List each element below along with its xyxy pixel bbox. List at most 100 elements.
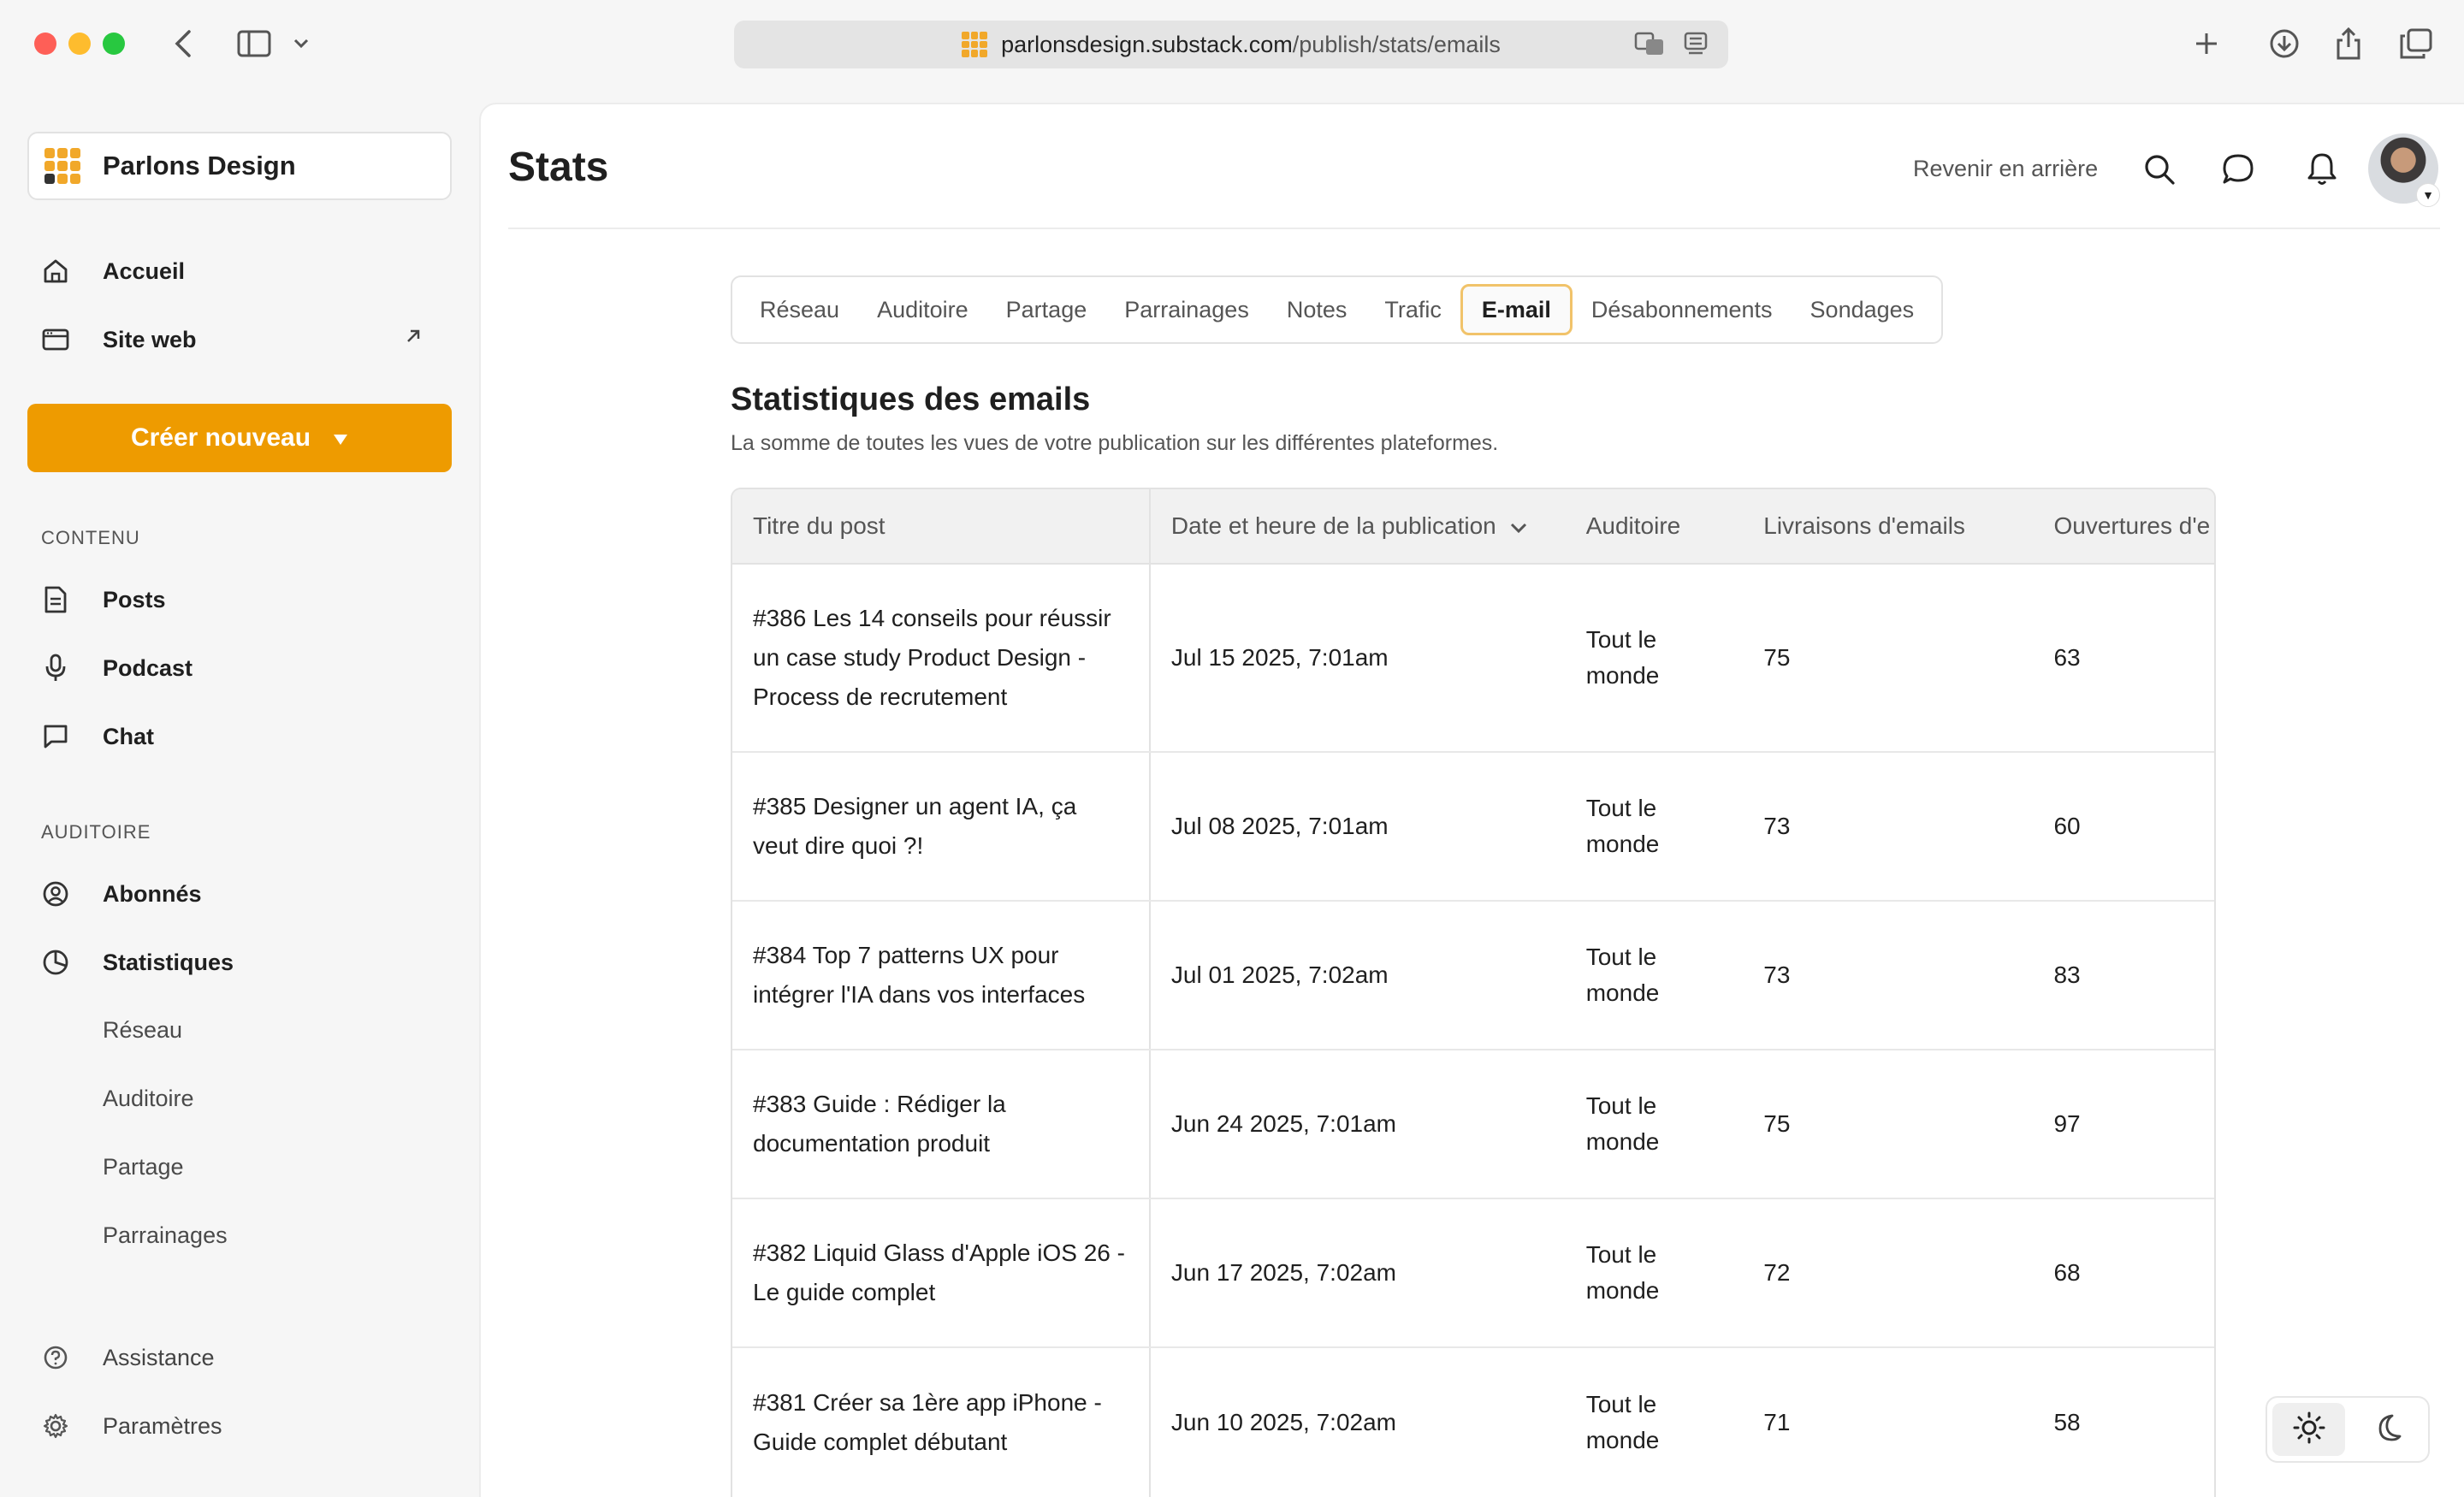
deliveries-cell: 72 [1763,1259,1791,1286]
audience-line: Tout le [1585,1241,1657,1268]
url-path: /publish/stats/emails [1292,31,1501,57]
tab-notes[interactable]: Notes [1268,284,1366,335]
address-bar[interactable]: parlonsdesign.substack.com/publish/stats… [734,21,1728,68]
tab-polls[interactable]: Sondages [1792,284,1934,335]
back-arrow-icon[interactable] [168,22,198,65]
tab-sharing[interactable]: Partage [987,284,1106,335]
translate-icon[interactable] [1634,31,1665,62]
post-title-cell[interactable]: #386 Les 14 conseils pour réussir un case… [732,565,1151,751]
column-header-audience[interactable]: Auditoire [1566,489,1744,563]
caret-down-icon[interactable]: ▼ [2416,183,2440,207]
sidebar-item-statistics[interactable]: Statistiques [41,941,234,984]
search-icon[interactable] [2139,149,2180,190]
table-row[interactable]: #386 Les 14 conseils pour réussir un case… [732,565,2214,753]
tab-audience[interactable]: Auditoire [858,284,987,335]
sidebar-item-website[interactable]: Site web [41,318,197,361]
sidebar-item-label: Paramètres [103,1412,222,1439]
tab-unsubscribes[interactable]: Désabonnements [1573,284,1792,335]
share-icon[interactable] [2334,22,2363,65]
sidebar-item-podcast[interactable]: Podcast [41,647,192,689]
sidebar-subitem-referrals[interactable]: Parrainages [103,1218,228,1252]
url-domain: parlonsdesign.substack.com [1001,31,1293,57]
sidebar-subitem-network[interactable]: Réseau [103,1013,182,1047]
close-window-button[interactable] [34,33,56,55]
chevron-down-icon[interactable] [289,22,313,65]
light-mode-button[interactable] [2272,1403,2345,1456]
column-header-email-opens[interactable]: Ouvertures d'e [2033,489,2214,563]
new-tab-icon[interactable] [2192,22,2221,65]
sidebar-toggle-icon[interactable] [234,22,274,65]
chevron-down-icon [1510,512,1527,540]
table-row[interactable]: #385 Designer un agent IA, ça veut dire q… [732,753,2214,902]
sidebar-item-help[interactable]: Assistance [41,1336,215,1379]
publication-logo-icon [44,148,80,184]
reader-icon[interactable] [1684,31,1708,62]
post-title-cell[interactable]: #385 Designer un agent IA, ça veut dire q… [732,753,1151,900]
deliveries-cell: 71 [1763,1409,1791,1435]
sidebar-item-subscribers[interactable]: Abonnés [41,873,202,915]
table-row[interactable]: #382 Liquid Glass d'Apple iOS 26 - Le gui… [732,1199,2214,1348]
table-row[interactable]: #381 Créer sa 1ère app iPhone - Guide com… [732,1348,2214,1497]
post-title-line: Le guide complet [753,1279,936,1305]
audience-line: monde [1585,1427,1660,1453]
opens-cell: 68 [2053,1259,2081,1286]
post-title-cell[interactable]: #382 Liquid Glass d'Apple iOS 26 - Le gui… [732,1199,1151,1346]
tab-network[interactable]: Réseau [741,284,858,335]
pie-chart-icon [41,948,70,977]
column-header-post-title[interactable]: Titre du post [732,489,1151,563]
dark-mode-button[interactable] [2350,1403,2423,1456]
audience-line: monde [1585,979,1660,1006]
publish-date-cell: Jul 01 2025, 7:02am [1170,962,1389,988]
opens-cell: 58 [2053,1409,2081,1435]
post-title-cell[interactable]: #381 Créer sa 1ère app iPhone - Guide com… [732,1348,1151,1497]
post-title-cell[interactable]: #383 Guide : Rédiger la documentation pro… [732,1050,1151,1198]
audience-line: monde [1585,662,1660,689]
opens-cell: 60 [2053,813,2081,839]
audience-line: monde [1585,1277,1660,1304]
stats-tabs: Réseau Auditoire Partage Parrainages Not… [731,275,1944,344]
theme-toggle [2266,1396,2430,1463]
sidebar-item-posts[interactable]: Posts [41,578,166,621]
post-title-line: #383 Guide : Rédiger la [753,1091,1006,1117]
tab-email[interactable]: E-mail [1460,284,1573,335]
download-icon[interactable] [2269,22,2300,65]
zoom-window-button[interactable] [103,33,125,55]
tab-traffic[interactable]: Trafic [1365,284,1460,335]
publication-switcher[interactable]: Parlons Design [27,132,452,200]
audience-cell: Tout le monde [1566,753,1744,900]
tab-overview-icon[interactable] [2399,22,2433,65]
tab-referrals[interactable]: Parrainages [1105,284,1268,335]
post-title-line: Process de recrutement [753,683,1008,710]
post-title-line: #384 Top 7 patterns UX pour [753,942,1059,968]
column-header-email-deliveries[interactable]: Livraisons d'emails [1743,489,2033,563]
go-back-link[interactable]: Revenir en arrière [1913,156,2098,182]
minimize-window-button[interactable] [68,33,91,55]
create-new-button[interactable]: Créer nouveau [27,404,452,472]
sidebar-subitem-sharing[interactable]: Partage [103,1150,184,1184]
audience-line: Tout le [1585,795,1657,821]
audience-line: monde [1585,1128,1660,1155]
sidebar-subitem-audience[interactable]: Auditoire [103,1081,194,1115]
section-subtitle: La somme de toutes les vues de votre pub… [731,431,1499,455]
table-row[interactable]: #384 Top 7 patterns UX pour intégrer l'IA… [732,902,2214,1050]
sidebar-item-chat[interactable]: Chat [41,715,154,758]
sidebar-item-home[interactable]: Accueil [41,250,185,293]
sidebar-item-label: Accueil [103,257,186,284]
microphone-icon [41,654,70,683]
main-panel: Stats Revenir en arrière ▼ Réseau Audito… [479,103,2464,1497]
notifications-bell-icon[interactable] [2301,149,2343,190]
content-section-label: CONTENU [41,527,140,548]
sidebar-item-settings[interactable]: Paramètres [41,1405,222,1447]
publish-date-cell: Jul 08 2025, 7:01am [1170,813,1389,839]
table-row[interactable]: #383 Guide : Rédiger la documentation pro… [732,1050,2214,1199]
post-title-cell[interactable]: #384 Top 7 patterns UX pour intégrer l'IA… [732,902,1151,1049]
table-header: Titre du post Date et heure de la public… [732,489,2214,565]
post-title-line: veut dire quoi ?! [753,832,924,859]
audience-cell: Tout le monde [1566,1348,1744,1497]
column-header-publish-date[interactable]: Date et heure de la publication [1151,489,1566,563]
chat-icon[interactable] [2218,149,2259,190]
audience-line: Tout le [1585,1092,1657,1119]
opens-cell: 97 [2053,1110,2081,1137]
sidebar: Parlons Design Accueil Site web Créer no… [0,87,479,1497]
audience-line: Tout le [1585,944,1657,970]
